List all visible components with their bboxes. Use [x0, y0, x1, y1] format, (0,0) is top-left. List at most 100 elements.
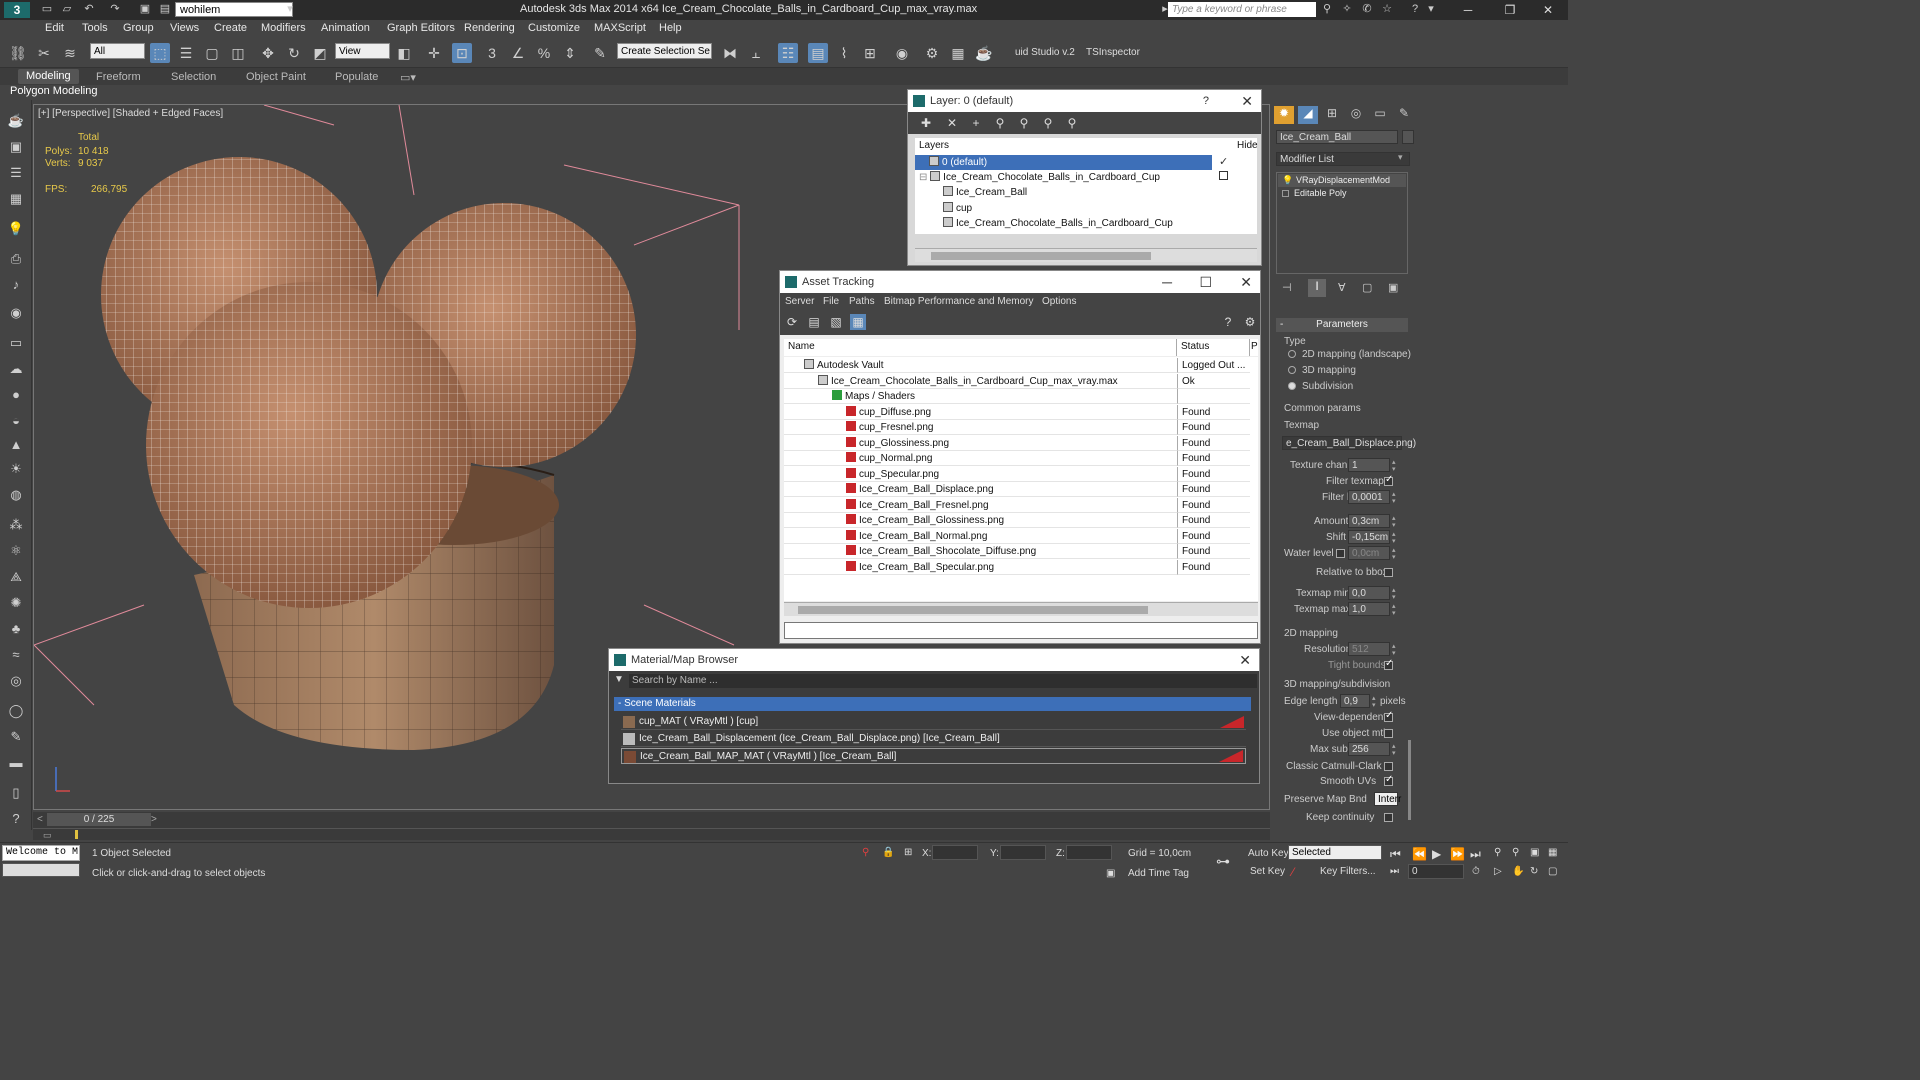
select-in-layer-icon[interactable]: ⚲ [992, 115, 1008, 131]
remove-modifier-icon[interactable]: ▢ [1362, 281, 1372, 294]
shift-spinner[interactable]: ▴ ▾ [1392, 531, 1400, 545]
asset-row[interactable]: Ice_Cream_Chocolate_Balls_in_Cardboard_C… [784, 374, 1177, 389]
lock-selection-icon[interactable]: 🔒 [882, 847, 894, 858]
polygon-modeling-panel[interactable]: Polygon Modeling [10, 85, 100, 100]
glass-sphere-icon[interactable]: ◯ [6, 702, 26, 720]
rectangular-region-icon[interactable]: ▢ [202, 43, 222, 63]
pivot-center-icon[interactable]: ◧ [394, 43, 414, 63]
asset-row[interactable]: cup_Specular.png [784, 467, 1177, 482]
track-bar-icon[interactable]: ▭ [43, 830, 52, 841]
particles-icon[interactable]: ⁂ [6, 516, 26, 534]
hierarchy-tab-icon[interactable]: ⊞ [1322, 106, 1342, 124]
type-2d-radio[interactable] [1288, 350, 1296, 358]
communication-icon[interactable]: ✆ [1360, 2, 1374, 16]
keep-continuity-checkbox[interactable] [1384, 813, 1393, 822]
asset-row[interactable]: Autodesk Vault [784, 358, 1177, 373]
subscription-icon[interactable]: ✧ [1340, 2, 1354, 16]
smooth-uvs-checkbox[interactable] [1384, 774, 1393, 786]
asset-path-field[interactable] [784, 622, 1258, 639]
sphere-icon[interactable]: ● [6, 386, 26, 404]
use-object-mtl-checkbox[interactable] [1384, 729, 1393, 738]
material-item-cup[interactable]: cup_MAT ( VRayMtl ) [cup] [621, 714, 1246, 730]
edge-length-spinner[interactable]: ▴ ▾ [1372, 695, 1380, 709]
menu-customize[interactable]: Customize [528, 22, 580, 34]
key-icon[interactable]: ⁄ [1292, 865, 1294, 879]
go-to-end-icon[interactable]: ⏭ [1470, 847, 1481, 862]
texmap-min-field[interactable]: 0,0 [1348, 586, 1390, 600]
asset-menu-server[interactable]: Server [785, 296, 814, 307]
teapot-icon[interactable]: ☕ [6, 112, 26, 130]
camera-icon[interactable]: ⎙ [6, 250, 26, 268]
search-input[interactable]: Type a keyword or phrase [1168, 2, 1316, 17]
parameters-rollout-header[interactable]: - Parameters [1276, 318, 1408, 332]
select-by-name-icon[interactable]: ☰ [176, 43, 196, 63]
menu-graph-editors[interactable]: Graph Editors [387, 22, 455, 34]
texture-chan-spinner[interactable]: ▴ ▾ [1392, 459, 1400, 473]
path-column-header[interactable]: P [1250, 339, 1258, 356]
sky-icon[interactable]: ☁ [6, 360, 26, 378]
scene-materials-group[interactable]: - Scene Materials [614, 697, 1251, 711]
set-key-button[interactable]: Set Key [1250, 866, 1285, 877]
app-logo-icon[interactable]: 3 [4, 2, 30, 18]
hide-toggle-icon[interactable] [1219, 171, 1228, 180]
asset-menu-options[interactable]: Options [1042, 296, 1076, 307]
redo-icon[interactable]: ↷ [108, 2, 122, 16]
rendered-frame-window-icon[interactable]: ▦ [948, 43, 968, 63]
edit-icon[interactable]: ✎ [6, 728, 26, 746]
modify-tab-icon[interactable]: ◢ [1298, 106, 1318, 124]
menu-help[interactable]: Help [659, 22, 682, 34]
object-name-field[interactable]: Ice_Cream_Ball [1276, 130, 1398, 144]
menu-views[interactable]: Views [170, 22, 199, 34]
scene-explorer-icon[interactable]: ▤ [808, 43, 828, 63]
select-manipulate-icon[interactable]: ✛ [424, 43, 444, 63]
time-tag-icon[interactable]: ▣ [1106, 868, 1115, 879]
texmap-max-field[interactable]: 1,0 [1348, 602, 1390, 616]
modifier-list-dropdown-icon[interactable]: ▾ [1398, 152, 1403, 163]
edge-length-field[interactable]: 0,9 [1340, 694, 1370, 708]
asset-maximize-button[interactable]: ☐ [1199, 271, 1212, 293]
zoom-extents-icon[interactable]: ▣ [1530, 847, 1539, 858]
mirror-icon[interactable]: ⧓ [720, 43, 740, 63]
type-subdivision-label[interactable]: Subdivision [1302, 381, 1353, 392]
percent-snap-icon[interactable]: % [534, 43, 554, 63]
help-icon[interactable]: ? [1220, 314, 1236, 330]
render-production-icon[interactable]: ☕ [974, 43, 994, 63]
asset-menu-paths[interactable]: Paths [849, 296, 875, 307]
asset-row[interactable]: Maps / Shaders [784, 389, 1177, 404]
cone-icon[interactable]: ▲ [6, 436, 26, 454]
zoom-icon[interactable]: ⚲ [1494, 847, 1501, 858]
table-view-icon[interactable]: ▦ [850, 314, 866, 330]
tight-bounds-checkbox[interactable] [1384, 658, 1393, 670]
collapse-icon[interactable]: ⊟ [919, 172, 930, 183]
sound-icon[interactable]: ♪ [6, 276, 26, 294]
menu-animation[interactable]: Animation [321, 22, 370, 34]
render-icon[interactable]: ▣ [6, 138, 26, 156]
globe-icon[interactable]: ✺ [6, 594, 26, 612]
new-file-icon[interactable]: ▭ [40, 2, 54, 16]
set-key-mode-icon[interactable]: ⊶ [1216, 853, 1230, 870]
amount-spinner[interactable]: ▴ ▾ [1392, 515, 1400, 529]
texmap-min-spinner[interactable]: ▴ ▾ [1392, 587, 1400, 601]
layer-row-default[interactable]: 0 (default) [915, 155, 1212, 170]
type-3d-radio[interactable] [1288, 366, 1296, 374]
time-config-icon[interactable]: ⏱ [1472, 866, 1480, 877]
time-slider[interactable]: < 0 / 225 > [33, 812, 1270, 828]
resolution-spinner[interactable]: ▴ ▾ [1392, 643, 1400, 657]
bulb-icon[interactable]: 💡 [1282, 174, 1293, 187]
asset-row[interactable]: Ice_Cream_Ball_Shocolate_Diffuse.png [784, 544, 1177, 559]
auto-key-button[interactable]: Auto Key [1248, 848, 1289, 859]
water-level-spinner[interactable]: ▴ ▾ [1392, 547, 1400, 561]
modifier-list-combo[interactable]: Modifier List [1276, 152, 1410, 166]
orbit-icon[interactable]: ↻ [1530, 866, 1538, 877]
hide-all-icon[interactable]: ⚲ [1040, 115, 1056, 131]
shift-field[interactable]: -0,15cm [1348, 530, 1390, 544]
menu-tools[interactable]: Tools [82, 22, 108, 34]
scroll-thumb[interactable] [798, 606, 1148, 614]
help-icon[interactable]: ? [1408, 2, 1422, 16]
asset-row[interactable]: cup_Normal.png [784, 451, 1177, 466]
asset-row[interactable]: Ice_Cream_Ball_Specular.png [784, 560, 1177, 575]
asset-horizontal-scrollbar[interactable] [784, 602, 1258, 616]
track-bar[interactable]: ▭ [33, 828, 1270, 840]
asset-row[interactable]: Ice_Cream_Ball_Glossiness.png [784, 513, 1177, 528]
curve-editor-icon[interactable]: ⌇ [834, 43, 854, 63]
